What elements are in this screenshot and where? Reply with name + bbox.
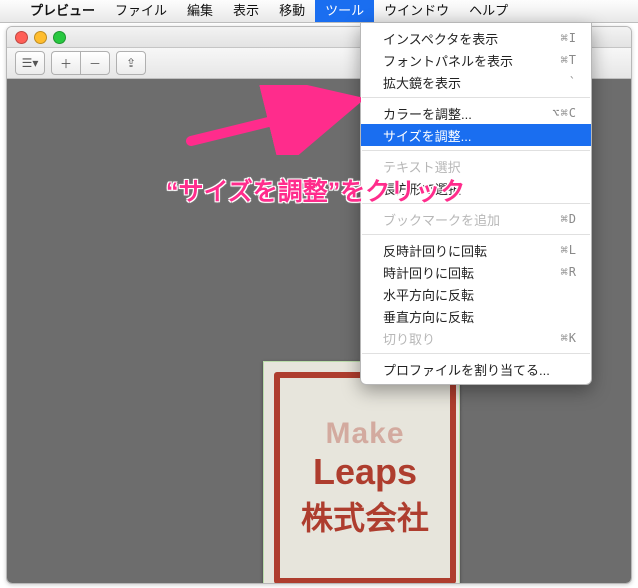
- zoom-button[interactable]: [53, 31, 66, 44]
- menu-separator: [362, 97, 590, 98]
- menu-item[interactable]: 水平方向に反転: [361, 283, 591, 305]
- menu-item-shortcut: ⌘K: [561, 331, 577, 345]
- menu-separator: [362, 353, 590, 354]
- zoom-in-button[interactable]: ＋: [51, 51, 80, 75]
- menu-item-shortcut: ⌘I: [561, 31, 577, 45]
- close-button[interactable]: [15, 31, 28, 44]
- menu-item-label: 垂直方向に反転: [383, 307, 474, 326]
- menu-app[interactable]: プレビュー: [20, 0, 105, 22]
- view-mode-button[interactable]: ☰▾: [15, 51, 45, 75]
- menu-item-shortcut: ⌘D: [561, 212, 577, 226]
- menu-item[interactable]: インスペクタを表示 ⌘I: [361, 27, 591, 49]
- share-button[interactable]: ⇪: [116, 51, 146, 75]
- menu-item[interactable]: サイズを調整...: [361, 124, 591, 146]
- menu-go[interactable]: 移動: [269, 0, 315, 22]
- stamp-line1: Make: [325, 417, 404, 451]
- menu-item[interactable]: 反時計回りに回転 ⌘L: [361, 239, 591, 261]
- zoom-segment: ＋ －: [51, 51, 110, 75]
- menu-tools[interactable]: ツール: [315, 0, 374, 22]
- menu-item-shortcut: `: [569, 75, 577, 89]
- menu-item-label: 水平方向に反転: [383, 285, 474, 304]
- menu-item-label: プロファイルを割り当てる...: [383, 360, 550, 379]
- menu-item-label: ブックマークを追加: [383, 210, 500, 229]
- menu-separator: [362, 150, 590, 151]
- annotation-caption: “サイズを調整”をクリック: [166, 172, 465, 208]
- menu-item-label: サイズを調整...: [383, 126, 471, 145]
- menu-item-label: 反時計回りに回転: [383, 241, 487, 260]
- menu-help[interactable]: ヘルプ: [459, 0, 518, 22]
- menubar[interactable]: プレビュー ファイル 編集 表示 移動 ツール ウインドウ ヘルプ: [0, 0, 638, 23]
- menu-item-label: フォントパネルを表示: [383, 51, 513, 70]
- stamp-line2: Leaps: [313, 451, 417, 493]
- menu-item[interactable]: 時計回りに回転 ⌘R: [361, 261, 591, 283]
- stamp-line3: 株式会社: [301, 493, 429, 539]
- menu-separator: [362, 234, 590, 235]
- menu-item[interactable]: カラーを調整... ⌥⌘C: [361, 102, 591, 124]
- menu-item-shortcut: ⌥⌘C: [552, 106, 577, 120]
- menu-item-shortcut: ⌘T: [561, 53, 577, 67]
- menu-item-shortcut: ⌘R: [561, 265, 577, 279]
- menu-item-label: 切り取り: [383, 329, 435, 348]
- menu-item-shortcut: ⌘L: [561, 243, 577, 257]
- menu-item-label: 時計回りに回転: [383, 263, 474, 282]
- menu-item: 切り取り ⌘K: [361, 327, 591, 349]
- menu-item[interactable]: プロファイルを割り当てる...: [361, 358, 591, 380]
- annotation-arrow-icon: [186, 85, 361, 155]
- menu-view[interactable]: 表示: [223, 0, 269, 22]
- menu-item-label: カラーを調整...: [383, 104, 472, 123]
- image-preview[interactable]: Make Leaps 株式会社: [263, 361, 460, 584]
- menu-edit[interactable]: 編集: [177, 0, 223, 22]
- minimize-button[interactable]: [34, 31, 47, 44]
- zoom-out-button[interactable]: －: [80, 51, 110, 75]
- menu-item[interactable]: 垂直方向に反転: [361, 305, 591, 327]
- menu-item-label: 拡大鏡を表示: [383, 73, 461, 92]
- menu-item[interactable]: 拡大鏡を表示 `: [361, 71, 591, 93]
- menu-window[interactable]: ウインドウ: [374, 0, 459, 22]
- stamp-graphic: Make Leaps 株式会社: [274, 372, 456, 584]
- menu-item[interactable]: フォントパネルを表示 ⌘T: [361, 49, 591, 71]
- menu-item-label: インスペクタを表示: [383, 29, 498, 48]
- menu-file[interactable]: ファイル: [105, 0, 177, 22]
- menu-item: ブックマークを追加 ⌘D: [361, 208, 591, 230]
